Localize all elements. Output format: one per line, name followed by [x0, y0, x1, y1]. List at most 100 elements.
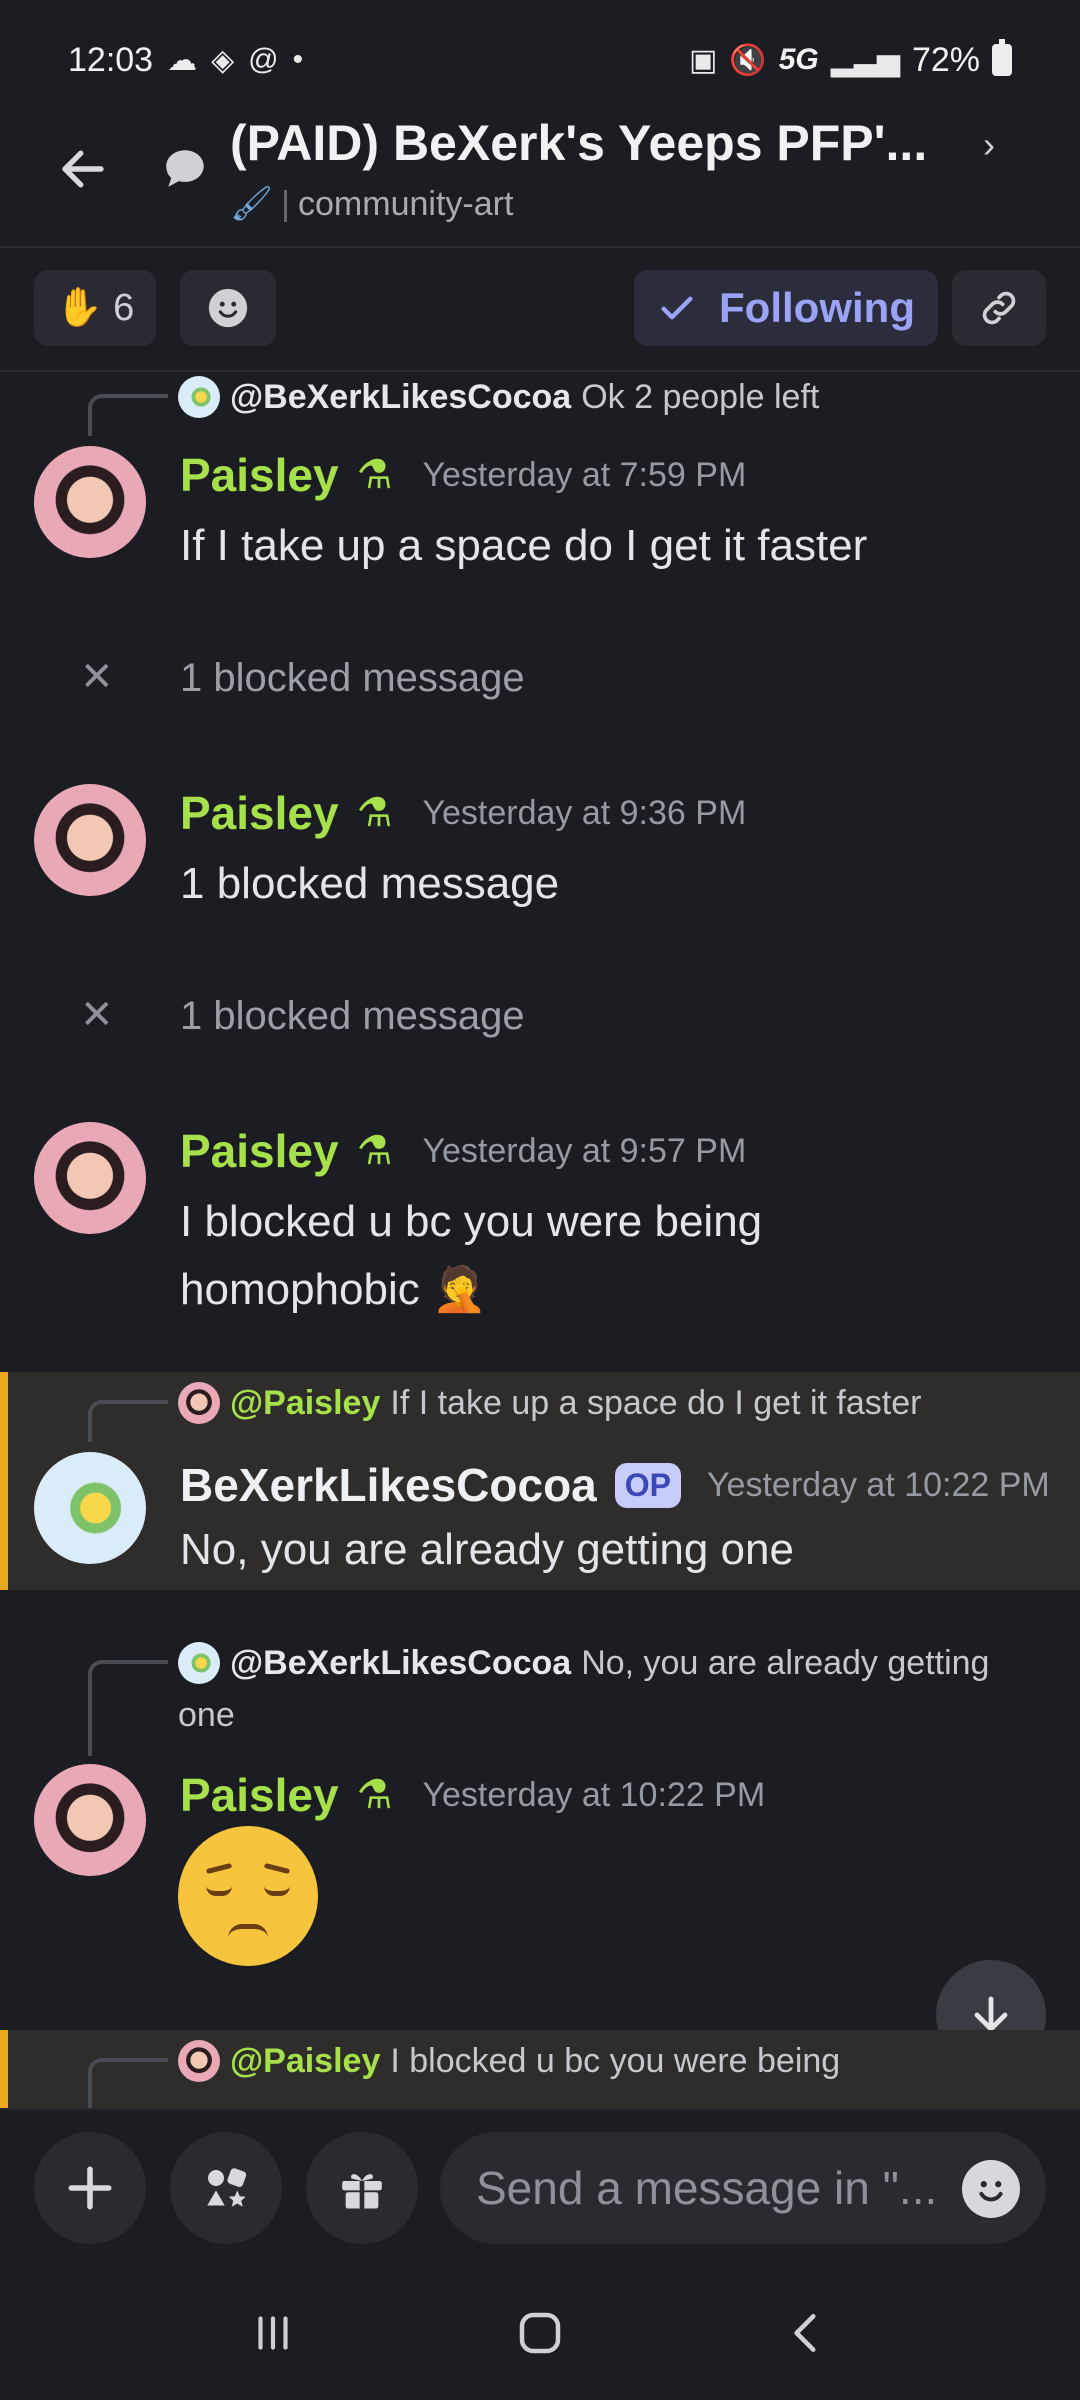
reaction-count: 6: [113, 286, 135, 329]
battery-percent: 72%: [911, 40, 980, 79]
paintbrush-icon: 🖌: [230, 185, 274, 223]
flask-icon: ⚗: [356, 453, 393, 497]
copy-link-button[interactable]: [952, 270, 1046, 346]
avatar[interactable]: [34, 446, 146, 558]
reactions-button[interactable]: ✋ 6: [34, 270, 156, 346]
add-reaction-button[interactable]: [180, 270, 276, 346]
thread-toolbar: ✋ 6 Following: [0, 270, 1080, 354]
status-bar: 12:03 ☁ ◈ @ • ▣ 🔇 5G ▂▃▅ 72%: [0, 0, 1080, 120]
back-nav-icon[interactable]: [782, 2308, 832, 2358]
op-badge: OP: [614, 1462, 681, 1508]
reply-text: No, you are already getting: [581, 1643, 990, 1682]
username[interactable]: Paisley: [180, 1124, 339, 1178]
app-notification-icon: ◈: [211, 43, 235, 77]
threads-icon: @: [248, 43, 279, 76]
back-button[interactable]: [48, 134, 118, 204]
timestamp: Yesterday at 7:59 PM: [422, 455, 747, 494]
username[interactable]: BeXerkLikesCocoa: [180, 1458, 597, 1512]
avatar[interactable]: [34, 1122, 146, 1234]
message-text: I blocked u bc you were being: [180, 1197, 763, 1246]
reply-text: Ok 2 people left: [581, 377, 820, 416]
flask-icon: ⚗: [356, 1773, 393, 1817]
reaction-icon: ✋: [55, 287, 104, 329]
mute-icon: 🔇: [729, 43, 767, 77]
smiley-icon: [208, 288, 248, 328]
message-composer: Send a message in "...: [0, 2108, 1080, 2266]
attach-button[interactable]: [34, 2132, 146, 2244]
checkmark-icon: [661, 296, 693, 320]
reply-author: @BeXerkLikesCocoa: [230, 377, 572, 416]
mini-avatar: [178, 1642, 220, 1684]
channel-subtitle: 🖌 | community-art: [230, 184, 513, 224]
reply-connector: [88, 394, 168, 436]
pensive-face-icon: [178, 1826, 318, 1966]
avatar[interactable]: [34, 784, 146, 896]
emoji-picker-icon[interactable]: [962, 2160, 1020, 2218]
message-header: Paisley ⚗ Yesterday at 9:57 PM: [180, 1124, 746, 1178]
gift-icon: [342, 2174, 382, 2209]
avatar[interactable]: [34, 1452, 146, 1564]
arrow-left-icon: [62, 150, 104, 188]
message-header: Paisley ⚗ Yesterday at 7:59 PM: [180, 448, 746, 502]
message-text: homophobic 🤦: [180, 1265, 487, 1314]
reply-author: @Paisley: [230, 1383, 381, 1422]
message-text: If I take up a space do I get it faster: [180, 521, 868, 570]
username[interactable]: Paisley: [180, 1768, 339, 1822]
chevron-right-icon[interactable]: ›: [983, 124, 995, 166]
message-text: No, you are already getting one: [180, 1525, 794, 1574]
reply-author: @BeXerkLikesCocoa: [230, 1643, 572, 1682]
mini-avatar: [178, 2040, 220, 2082]
following-label: Following: [719, 284, 915, 331]
message-input[interactable]: Send a message in "...: [440, 2132, 1046, 2244]
username[interactable]: Paisley: [180, 448, 339, 502]
home-icon[interactable]: [513, 2306, 567, 2360]
channel-header: (PAID) BeXerk's Yeeps PFP'... › 🖌 | comm…: [0, 112, 1080, 248]
blocked-message-row[interactable]: 1 blocked message: [180, 656, 525, 701]
network-type: 5G: [778, 43, 819, 76]
avatar[interactable]: [34, 1764, 146, 1876]
system-nav-bar: [0, 2266, 1080, 2400]
battery-saver-icon: ▣: [688, 43, 718, 77]
channel-name: community-art: [298, 184, 514, 223]
dot-icon: •: [292, 43, 304, 76]
reply-text: If I take up a space do I get it faster: [390, 1383, 922, 1422]
reply-author: @Paisley: [230, 2041, 381, 2080]
mini-avatar: [178, 376, 220, 418]
message-header: Paisley ⚗ Yesterday at 9:36 PM: [180, 786, 746, 840]
separator: |: [281, 184, 291, 223]
timestamp: Yesterday at 10:22 PM: [422, 1775, 766, 1814]
gift-button[interactable]: [306, 2132, 418, 2244]
signal-icon: ▂▃▅: [830, 43, 900, 77]
plus-icon: [68, 2166, 112, 2210]
following-button[interactable]: Following: [634, 270, 938, 346]
status-time: 12:03: [68, 40, 154, 79]
username[interactable]: Paisley: [180, 786, 339, 840]
reply-preview[interactable]: @BeXerkLikesCocoa No, you are already ge…: [178, 1642, 989, 1684]
thread-icon: [166, 150, 204, 187]
reply-preview[interactable]: @BeXerkLikesCocoa Ok 2 people left: [178, 376, 819, 418]
message-header: BeXerkLikesCocoa OP Yesterday at 10:22 P…: [180, 1458, 1050, 1512]
blocked-message-row[interactable]: 1 blocked message: [180, 994, 525, 1039]
recent-apps-icon[interactable]: [248, 2308, 298, 2358]
timestamp: Yesterday at 10:22 PM: [707, 1465, 1050, 1504]
reply-preview[interactable]: @Paisley If I take up a space do I get i…: [178, 1382, 921, 1424]
reply-text: I blocked u bc you were being: [390, 2041, 841, 2080]
message-input-placeholder: Send a message in "...: [476, 2162, 938, 2214]
smiley-icon: [979, 2181, 1003, 2202]
close-icon[interactable]: ✕: [80, 654, 114, 700]
flask-icon: ⚗: [356, 1129, 393, 1173]
weather-icon: ☁: [167, 43, 198, 77]
apps-button[interactable]: [170, 2132, 282, 2244]
reply-connector: [88, 1400, 168, 1442]
channel-title[interactable]: (PAID) BeXerk's Yeeps PFP'...: [230, 114, 927, 172]
message-text: 1 blocked message: [180, 859, 560, 908]
reply-text-continued: one: [178, 1696, 235, 1734]
close-icon[interactable]: ✕: [80, 992, 114, 1038]
mini-avatar: [178, 1382, 220, 1424]
reply-connector: [88, 2058, 168, 2108]
apps-icon: [207, 2168, 247, 2207]
reply-preview[interactable]: @Paisley I blocked u bc you were being: [178, 2040, 840, 2082]
header-divider: [0, 246, 1080, 248]
timestamp: Yesterday at 9:36 PM: [422, 793, 747, 832]
toolbar-divider: [0, 370, 1080, 372]
